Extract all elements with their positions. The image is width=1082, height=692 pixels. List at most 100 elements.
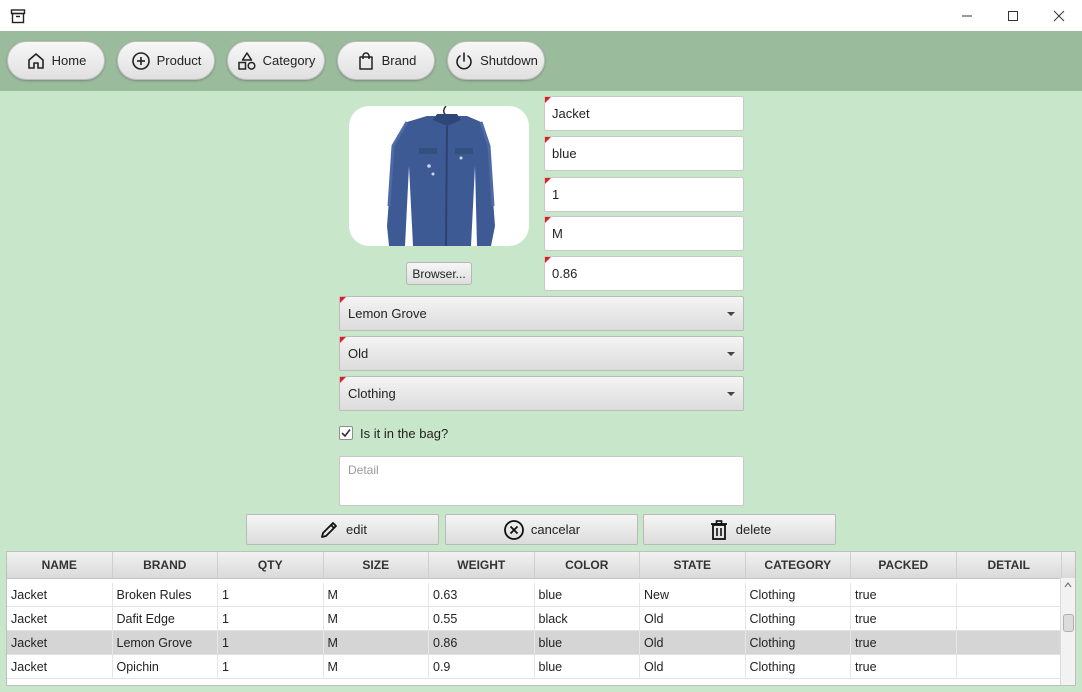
cancel-button-label: cancelar: [530, 522, 581, 537]
table-cell-brand: Opichin: [113, 655, 218, 678]
category-button[interactable]: Category: [227, 41, 325, 80]
table-cell-packed: true: [851, 607, 957, 630]
column-header-category[interactable]: CATEGORY: [746, 552, 851, 578]
weight-value: 0.86: [552, 266, 578, 281]
home-button-label: Home: [51, 53, 87, 68]
table-cell-color: blue: [535, 655, 640, 678]
minimize-button[interactable]: [944, 0, 990, 31]
brand-select[interactable]: Lemon Grove: [339, 296, 744, 331]
chevron-down-icon: [727, 352, 735, 356]
chevron-down-icon: [727, 392, 735, 396]
table-cell-weight: 0.55: [429, 607, 535, 630]
weight-field[interactable]: 0.86: [544, 256, 744, 291]
browse-button[interactable]: Browser...: [406, 262, 472, 285]
brand-select-value: Lemon Grove: [348, 306, 427, 321]
delete-button[interactable]: delete: [643, 514, 836, 545]
column-header-size[interactable]: SIZE: [324, 552, 429, 578]
color-value: blue: [552, 146, 577, 161]
checkmark-icon: [341, 429, 351, 438]
table-cell-size: M: [324, 607, 429, 630]
table-cell-packed: true: [851, 655, 957, 678]
table-body: Jacket Broken Rules 1 M 0.63 blue New Clothing t…: [7, 579, 1075, 685]
chevron-down-icon: [727, 312, 735, 316]
table-cell-state: Old: [640, 607, 746, 630]
required-marker: [545, 178, 551, 184]
products-table: NAME BRAND QTY SIZE WEIGHT COLOR STATE C…: [6, 551, 1076, 686]
table-cell-size: M: [324, 631, 429, 654]
table-cell-state: Old: [640, 631, 746, 654]
table-cell-detail: [957, 607, 1062, 630]
trash-icon: [710, 519, 727, 540]
required-marker: [340, 337, 346, 343]
column-header-brand[interactable]: BRAND: [113, 552, 218, 578]
home-button[interactable]: Home: [7, 41, 105, 80]
column-header-name[interactable]: NAME: [7, 552, 113, 578]
shapes-icon: [237, 51, 256, 70]
cancel-button[interactable]: cancelar: [445, 514, 638, 545]
table-row[interactable]: Jacket Lemon Grove 1 M 0.86 blue Old Clothing tr…: [7, 631, 1062, 655]
table-cell-detail: [957, 631, 1062, 654]
table-cell-brand: Broken Rules: [113, 583, 218, 606]
table-cell-name: Jacket: [7, 655, 113, 678]
table-cell-qty: 1: [218, 655, 324, 678]
table-cell-category: Clothing: [746, 655, 851, 678]
table-row[interactable]: Jacket Dafit Edge 1 M 0.55 black Old Clothing tr…: [7, 607, 1062, 631]
product-button[interactable]: Product: [117, 41, 215, 80]
category-select[interactable]: Clothing: [339, 376, 744, 411]
table-cell-color: blue: [535, 631, 640, 654]
column-header-weight[interactable]: WEIGHT: [429, 552, 535, 578]
table-cell-color: black: [535, 607, 640, 630]
quantity-value: 1: [552, 187, 560, 202]
archive-icon: [10, 9, 26, 24]
edit-button-label: edit: [346, 522, 367, 537]
name-field[interactable]: Jacket: [544, 96, 744, 131]
table-cell-color: blue: [535, 583, 640, 606]
state-select-value: Old: [348, 346, 369, 361]
category-select-value: Clothing: [348, 386, 396, 401]
required-marker: [545, 137, 551, 143]
toolbar: Home Product Category Brand Shutdown: [0, 31, 1082, 91]
close-button[interactable]: [1036, 0, 1082, 31]
product-button-label: Product: [156, 53, 202, 68]
table-scrollbar[interactable]: [1060, 578, 1075, 685]
size-value: M: [552, 226, 563, 241]
brand-button-label: Brand: [381, 53, 417, 68]
shutdown-button[interactable]: Shutdown: [447, 41, 545, 80]
column-header-color[interactable]: COLOR: [535, 552, 640, 578]
state-select[interactable]: Old: [339, 336, 744, 371]
close-icon: [1053, 10, 1065, 21]
required-marker: [545, 97, 551, 103]
table-cell-qty: 1: [218, 583, 324, 606]
scrollbar-thumb[interactable]: [1063, 614, 1074, 632]
table-cell-size: M: [324, 583, 429, 606]
brand-button[interactable]: Brand: [337, 41, 435, 80]
quantity-field[interactable]: 1: [544, 177, 744, 212]
column-header-packed[interactable]: PACKED: [851, 552, 957, 578]
color-field[interactable]: blue: [544, 136, 744, 171]
size-field[interactable]: M: [544, 216, 744, 251]
table-cell-detail: [957, 583, 1062, 606]
maximize-button[interactable]: [990, 0, 1036, 31]
cancel-circle-icon: [504, 519, 524, 540]
table-row[interactable]: Jacket Opichin 1 M 0.9 blue Old Clothing true: [7, 655, 1062, 679]
table-cell-detail: [957, 655, 1062, 678]
table-row[interactable]: Jacket Broken Rules 1 M 0.63 blue New Clothing t…: [7, 583, 1062, 607]
power-icon: [456, 51, 472, 69]
name-value: Jacket: [552, 106, 590, 121]
scroll-up-icon[interactable]: [1062, 580, 1074, 590]
table-cell-state: New: [640, 583, 746, 606]
column-header-detail[interactable]: DETAIL: [957, 552, 1062, 578]
required-marker: [545, 217, 551, 223]
table-cell-size: M: [324, 655, 429, 678]
detail-textarea[interactable]: Detail: [339, 456, 744, 506]
column-header-state[interactable]: STATE: [640, 552, 746, 578]
edit-button[interactable]: edit: [246, 514, 439, 545]
table-header: NAME BRAND QTY SIZE WEIGHT COLOR STATE C…: [7, 552, 1075, 579]
detail-placeholder: Detail: [348, 463, 379, 477]
column-header-qty[interactable]: QTY: [218, 552, 324, 578]
table-cell-qty: 1: [218, 607, 324, 630]
table-cell-category: Clothing: [746, 583, 851, 606]
table-cell-weight: 0.86: [429, 631, 535, 654]
table-cell-category: Clothing: [746, 607, 851, 630]
packed-checkbox[interactable]: [339, 426, 353, 440]
